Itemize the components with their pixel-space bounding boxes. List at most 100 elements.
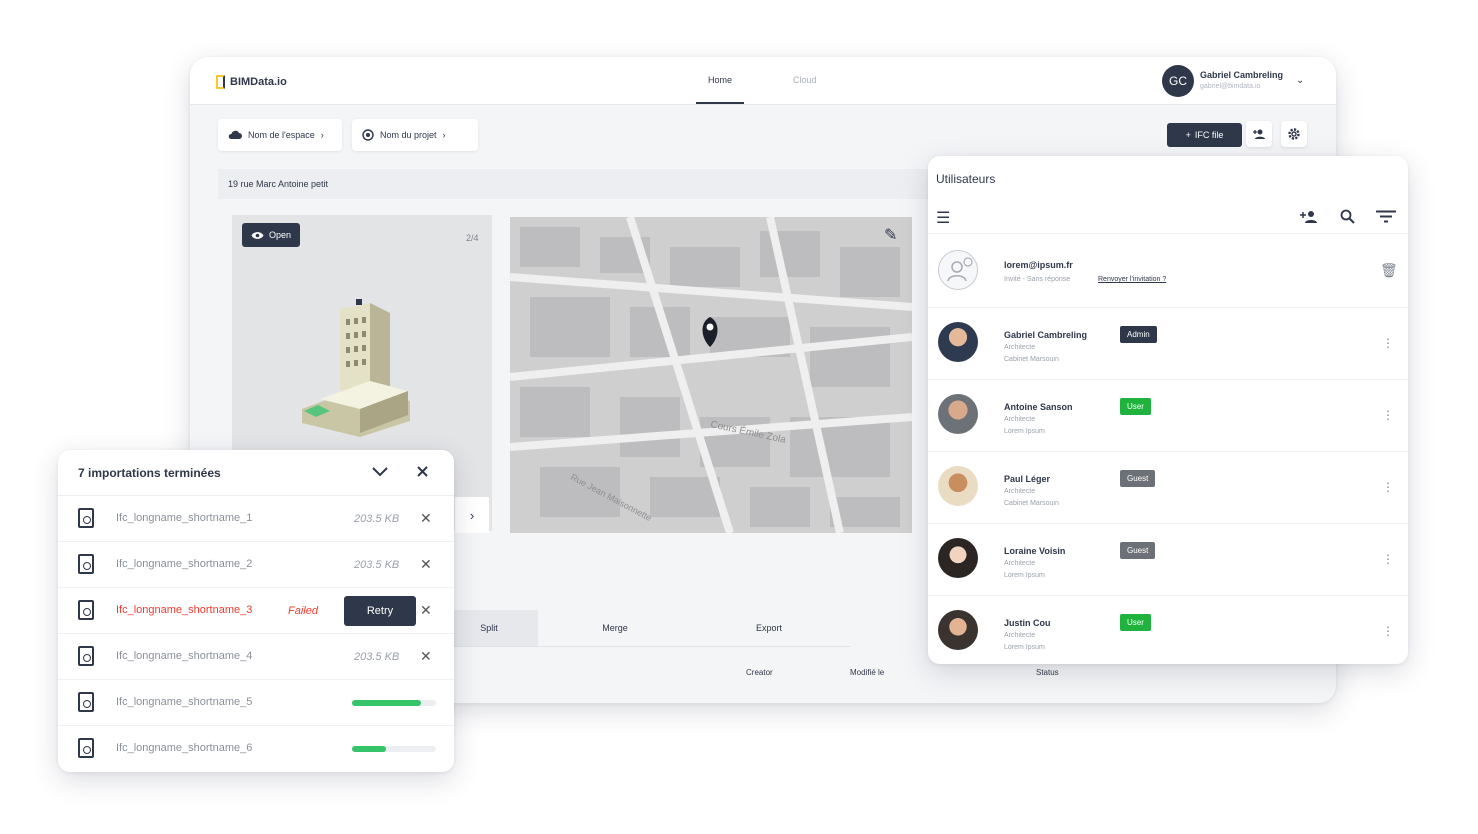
user-row[interactable]: Antoine Sanson Architecte Lorem Ipsum Us… — [928, 380, 1408, 452]
user-email: lorem@ipsum.fr — [1004, 260, 1073, 270]
ifc-file-icon — [78, 646, 94, 666]
user-name: Loraine Voisin — [1004, 546, 1066, 556]
tab-divider — [440, 646, 850, 647]
edit-icon[interactable]: ✎ — [884, 225, 897, 245]
role-badge[interactable]: User — [1120, 398, 1151, 415]
avatar — [938, 322, 978, 362]
user-name: Gabriel Cambreling — [1200, 70, 1284, 80]
user-job: Architecte — [1004, 488, 1036, 495]
remove-icon[interactable]: ✕ — [420, 510, 432, 527]
file-size: 203.5 KB — [354, 651, 400, 663]
filter-icon[interactable] — [1376, 210, 1396, 223]
import-row[interactable]: Ifc_longname_shortname_2 203.5 KB ✕ — [58, 542, 454, 588]
file-name: Ifc_longname_shortname_6 — [116, 742, 253, 754]
ifc-file-icon — [78, 508, 94, 528]
tab-export[interactable]: Export — [724, 610, 814, 646]
user-name: Justin Cou — [1004, 618, 1051, 628]
add-user-icon[interactable] — [1300, 210, 1318, 223]
users-panel: Utilisateurs ☰ lorem@ipsum.fr Invité - S… — [928, 156, 1408, 664]
avatar — [938, 394, 978, 434]
more-options-icon[interactable]: ⋮ — [1382, 480, 1394, 494]
remove-icon[interactable]: ✕ — [420, 648, 432, 665]
add-user-button[interactable] — [1246, 121, 1272, 147]
chevron-down-icon[interactable] — [372, 467, 388, 477]
settings-button[interactable] — [1281, 121, 1307, 147]
role-badge[interactable]: User — [1120, 614, 1151, 631]
user-name: Antoine Sanson — [1004, 402, 1073, 412]
retry-button[interactable]: Retry — [344, 596, 416, 626]
avatar — [938, 538, 978, 578]
breadcrumb-space[interactable]: Nom de l'espace › — [218, 119, 342, 151]
more-options-icon[interactable]: ⋮ — [1382, 408, 1394, 422]
import-row-failed[interactable]: Ifc_longname_shortname_3 Failed Retry ✕ — [58, 588, 454, 634]
resend-invite-link[interactable]: Renvoyer l'invitation ? — [1098, 276, 1166, 283]
remove-icon[interactable]: ✕ — [420, 602, 432, 619]
column-header-status[interactable]: Status — [1036, 668, 1059, 677]
file-size: 203.5 KB — [354, 559, 400, 571]
next-arrow-button[interactable]: › — [455, 497, 489, 533]
file-name: Ifc_longname_shortname_3 — [116, 604, 253, 616]
tab-home[interactable]: Home — [708, 75, 732, 85]
tab-cloud[interactable]: Cloud — [793, 75, 817, 85]
imports-panel: 7 importations terminées Ifc_longname_sh… — [58, 450, 454, 772]
chevron-down-icon[interactable]: ⌄ — [1296, 75, 1304, 86]
chevron-right-icon: › — [442, 130, 446, 140]
column-header-modified[interactable]: Modifié le — [850, 668, 884, 677]
more-options-icon[interactable]: ⋮ — [1382, 624, 1394, 638]
tab-merge[interactable]: Merge — [570, 610, 660, 646]
role-badge[interactable]: Guest — [1120, 470, 1156, 487]
tab-split[interactable]: Split — [440, 610, 538, 646]
breadcrumb-project[interactable]: Nom du projet › — [352, 119, 478, 151]
remove-icon[interactable]: ✕ — [420, 556, 432, 573]
file-name: Ifc_longname_shortname_5 — [116, 696, 253, 708]
failed-status: Failed — [288, 605, 318, 617]
file-name: Ifc_longname_shortname_1 — [116, 512, 253, 524]
import-row[interactable]: Ifc_longname_shortname_1 203.5 KB ✕ — [58, 496, 454, 542]
user-company: Cabinet Marsouin — [1004, 356, 1059, 363]
user-row-pending[interactable]: lorem@ipsum.fr Invité - Sans réponse Ren… — [928, 236, 1408, 308]
user-company: Cabinet Marsouin — [1004, 500, 1059, 507]
upload-progress-fill — [352, 700, 421, 706]
avatar — [938, 466, 978, 506]
imports-header: 7 importations terminées — [58, 450, 454, 496]
user-job: Architecte — [1004, 632, 1036, 639]
user-row[interactable]: Justin Cou Architecte Lorem Ipsum User ⋮ — [928, 596, 1408, 664]
file-name: Ifc_longname_shortname_4 — [116, 650, 253, 662]
breadcrumb-project-label: Nom du projet — [380, 130, 437, 140]
active-tab-indicator — [696, 102, 744, 104]
project-map[interactable]: Cours Émile Zola Rue Jean Maisonnette ✎ — [510, 217, 912, 533]
open-viewer-button[interactable]: Open — [242, 223, 300, 247]
search-icon[interactable] — [1340, 209, 1355, 224]
app-logo[interactable]: BIMData.io — [216, 75, 287, 89]
user-job: Architecte — [1004, 560, 1036, 567]
users-panel-title: Utilisateurs — [936, 172, 996, 186]
file-name: Ifc_longname_shortname_2 — [116, 558, 253, 570]
user-job: Architecte — [1004, 344, 1036, 351]
more-options-icon[interactable]: ⋮ — [1382, 336, 1394, 350]
close-icon[interactable] — [417, 466, 428, 477]
role-badge[interactable]: Guest — [1120, 542, 1156, 559]
user-avatar[interactable]: GC — [1162, 65, 1194, 97]
trash-icon[interactable]: 🗑 — [1380, 262, 1398, 279]
eye-icon — [251, 231, 264, 239]
user-row[interactable]: Gabriel Cambreling Architecte Cabinet Ma… — [928, 308, 1408, 380]
import-row[interactable]: Ifc_longname_shortname_4 203.5 KB ✕ — [58, 634, 454, 680]
user-row[interactable]: Loraine Voisin Architecte Lorem Ipsum Gu… — [928, 524, 1408, 596]
role-badge[interactable]: Admin — [1120, 326, 1157, 343]
plus-icon: + — [1185, 130, 1191, 140]
avatar — [938, 610, 978, 650]
user-company: Lorem Ipsum — [1004, 572, 1045, 579]
menu-icon[interactable]: ☰ — [936, 208, 950, 228]
upload-progress-bar — [352, 700, 436, 706]
column-header-creator[interactable]: Creator — [746, 668, 773, 677]
chevron-right-icon: › — [320, 130, 324, 140]
ifc-file-icon — [78, 692, 94, 712]
import-row-uploading[interactable]: Ifc_longname_shortname_6 — [58, 726, 454, 772]
user-row[interactable]: Paul Léger Architecte Cabinet Marsouin G… — [928, 452, 1408, 524]
add-ifc-label: IFC file — [1194, 130, 1224, 140]
import-row-uploading[interactable]: Ifc_longname_shortname_5 — [58, 680, 454, 726]
breadcrumb-space-label: Nom de l'espace — [248, 130, 315, 140]
project-icon — [362, 129, 374, 141]
add-ifc-button[interactable]: + IFC file — [1167, 123, 1242, 147]
more-options-icon[interactable]: ⋮ — [1382, 552, 1394, 566]
